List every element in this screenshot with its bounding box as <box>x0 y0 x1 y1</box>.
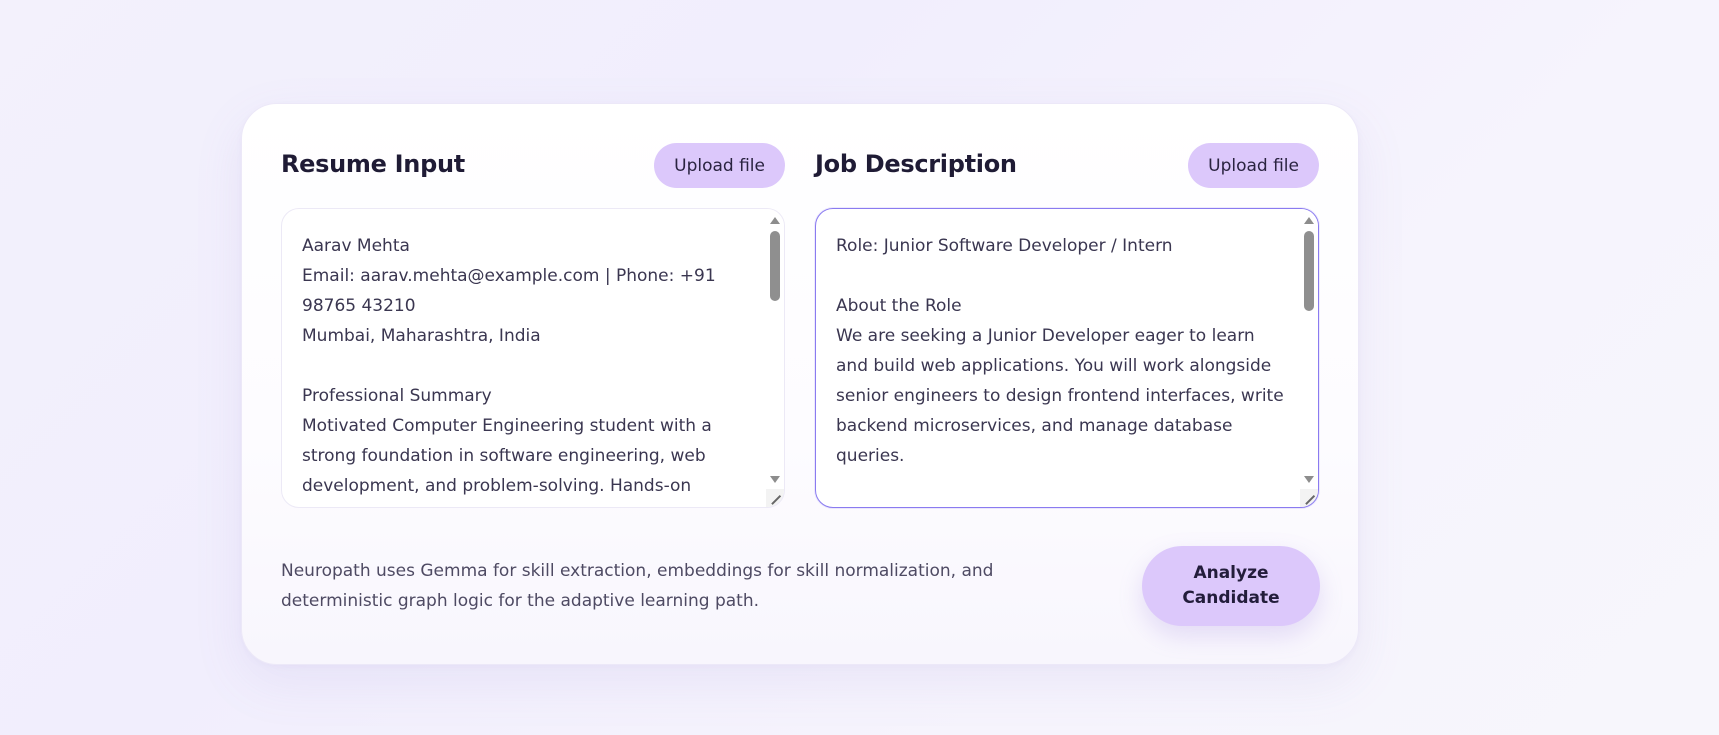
footer-note: Neuropath uses Gemma for skill extractio… <box>281 561 994 611</box>
resume-upload-button[interactable]: Upload file <box>654 143 785 188</box>
scroll-up-icon[interactable] <box>770 217 780 224</box>
resume-text: Aarav Mehta Email: aarav.mehta@example.c… <box>302 236 716 496</box>
job-description-text: Role: Junior Software Developer / Intern… <box>836 236 1284 466</box>
resume-panel-title: Resume Input <box>281 150 465 178</box>
job-description-textarea[interactable]: Role: Junior Software Developer / Intern… <box>815 208 1319 508</box>
job-scrollbar[interactable] <box>1300 209 1318 491</box>
job-upload-button[interactable]: Upload file <box>1188 143 1319 188</box>
scroll-down-icon[interactable] <box>770 476 780 483</box>
job-panel-title: Job Description <box>815 150 1017 178</box>
resize-grip-icon[interactable] <box>766 489 784 507</box>
resume-scrollbar[interactable] <box>766 209 784 491</box>
resume-scroll-thumb[interactable] <box>770 231 780 301</box>
scroll-down-icon[interactable] <box>1304 476 1314 483</box>
resize-grip-icon[interactable] <box>1300 489 1318 507</box>
resume-textarea[interactable]: Aarav Mehta Email: aarav.mehta@example.c… <box>281 208 785 508</box>
analyze-candidate-button[interactable]: Analyze Candidate <box>1142 546 1320 626</box>
scroll-up-icon[interactable] <box>1304 217 1314 224</box>
job-scroll-thumb[interactable] <box>1304 231 1314 311</box>
analysis-card: Resume Input Upload file Aarav Mehta Ema… <box>241 103 1359 665</box>
